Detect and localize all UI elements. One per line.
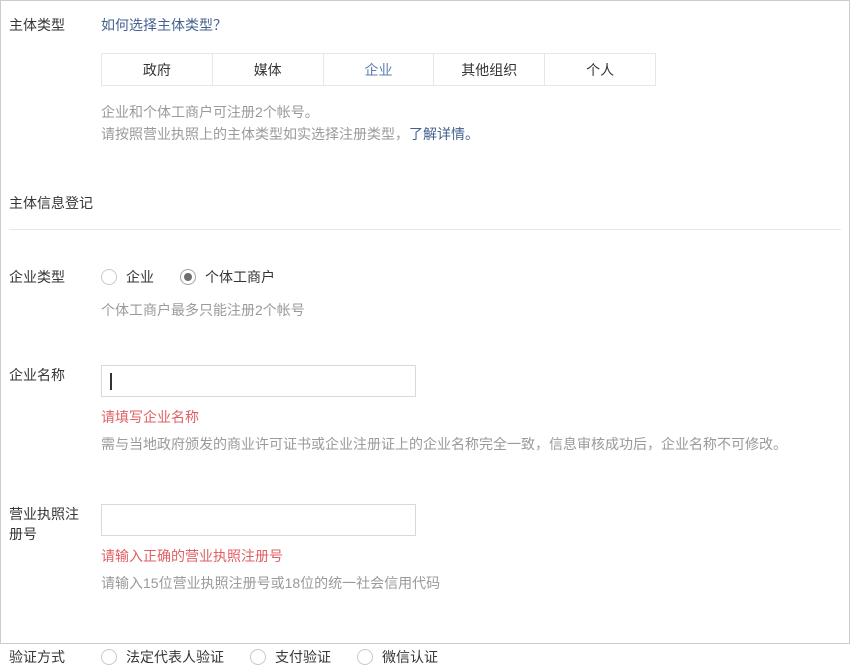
tab-media[interactable]: 媒体 <box>213 54 324 85</box>
subject-type-tabbar: 政府 媒体 企业 其他组织 个人 <box>101 53 656 86</box>
section-header-subject-info: 主体信息登记 <box>9 193 841 213</box>
subject-type-note-2: 请按照营业执照上的主体类型如实选择注册类型，了解详情。 <box>101 123 841 145</box>
radio-label-individual-business: 个体工商户 <box>205 267 275 287</box>
license-number-error: 请输入正确的营业执照注册号 <box>101 546 841 566</box>
section-divider <box>9 229 841 230</box>
registration-form: 主体类型 如何选择主体类型？ 政府 媒体 企业 其他组织 个人 企业和个体工商户… <box>0 0 850 644</box>
subject-type-label: 主体类型 <box>9 15 101 145</box>
radio-icon-legal-representative[interactable] <box>101 649 117 665</box>
subject-type-note-1: 企业和个体工商户可注册2个帐号。 <box>101 101 841 123</box>
subject-type-note-2-text: 请按照营业执照上的主体类型如实选择注册类型， <box>101 126 409 142</box>
radio-option-legal-representative[interactable]: 法定代表人验证 <box>101 647 224 667</box>
verify-method-radio-group: 法定代表人验证 支付验证 微信认证 <box>101 647 841 667</box>
radio-label-enterprise: 企业 <box>126 267 154 287</box>
license-number-label: 营业执照注册号 <box>9 504 101 594</box>
radio-option-enterprise[interactable]: 企业 <box>101 267 154 287</box>
radio-icon-individual-business[interactable] <box>180 269 196 285</box>
verify-method-row: 验证方式 法定代表人验证 支付验证 微信认证 <box>9 647 841 667</box>
company-type-note: 个体工商户最多只能注册2个帐号 <box>101 299 841 321</box>
radio-icon-wechat-verify[interactable] <box>357 649 373 665</box>
license-number-note: 请输入15位营业执照注册号或18位的统一社会信用代码 <box>101 572 841 594</box>
text-caret <box>110 373 112 390</box>
company-type-label: 企业类型 <box>9 267 101 321</box>
license-number-row: 营业执照注册号 请输入正确的营业执照注册号 请输入15位营业执照注册号或18位的… <box>9 504 841 594</box>
tab-individual[interactable]: 个人 <box>545 54 655 85</box>
radio-label-wechat-verify: 微信认证 <box>382 647 438 667</box>
license-number-input[interactable] <box>101 504 416 536</box>
radio-option-wechat-verify[interactable]: 微信认证 <box>357 647 438 667</box>
company-name-input[interactable] <box>101 365 416 397</box>
company-type-row: 企业类型 企业 个体工商户 个体工商户最多只能注册2个帐号 <box>9 267 841 321</box>
radio-label-legal-representative: 法定代表人验证 <box>126 647 224 667</box>
verify-method-label: 验证方式 <box>9 647 101 667</box>
tab-other-organization[interactable]: 其他组织 <box>434 54 545 85</box>
radio-label-payment-verify: 支付验证 <box>275 647 331 667</box>
tab-enterprise[interactable]: 企业 <box>324 54 435 85</box>
company-type-radio-group: 企业 个体工商户 <box>101 267 841 287</box>
subject-type-help-link[interactable]: 如何选择主体类型？ <box>101 17 227 33</box>
company-name-row: 企业名称 请填写企业名称 需与当地政府颁发的商业许可证书或企业注册证上的企业名称… <box>9 365 841 455</box>
radio-icon-payment-verify[interactable] <box>250 649 266 665</box>
company-name-label: 企业名称 <box>9 365 101 455</box>
learn-more-link[interactable]: 了解详情。 <box>409 126 479 142</box>
subject-type-row: 主体类型 如何选择主体类型？ 政府 媒体 企业 其他组织 个人 企业和个体工商户… <box>9 15 841 145</box>
radio-option-individual-business[interactable]: 个体工商户 <box>180 267 275 287</box>
company-name-error: 请填写企业名称 <box>101 407 841 427</box>
radio-icon-enterprise[interactable] <box>101 269 117 285</box>
company-name-note: 需与当地政府颁发的商业许可证书或企业注册证上的企业名称完全一致，信息审核成功后，… <box>101 433 841 455</box>
radio-option-payment-verify[interactable]: 支付验证 <box>250 647 331 667</box>
tab-government[interactable]: 政府 <box>102 54 213 85</box>
